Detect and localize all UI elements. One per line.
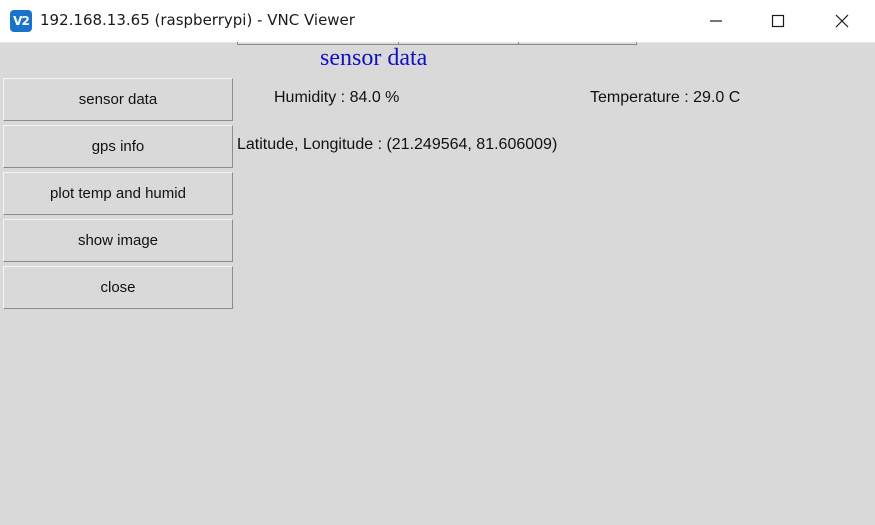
minimize-icon [710,20,722,22]
vnc-app-icon: V2 [10,10,32,32]
plot-temp-humid-button[interactable]: plot temp and humid [3,172,233,215]
temperature-readout: Temperature : 29.0 C [590,89,741,106]
maximize-button[interactable] [748,0,808,42]
maximize-icon [771,14,785,28]
humidity-readout: Humidity : 84.0 % [274,89,400,106]
section-heading: sensor data [320,45,428,71]
title-bar: V2 192.168.13.65 (raspberrypi) - VNC Vie… [0,0,875,43]
gps-info-button[interactable]: gps info [3,125,233,168]
lat-lon-readout: Latitude, Longitude : (21.249564, 81.606… [237,136,558,153]
strip-divider [518,42,519,45]
sensor-data-button[interactable]: sensor data [3,78,233,121]
close-icon [835,14,849,28]
window-title: 192.168.13.65 (raspberrypi) - VNC Viewer [40,11,355,29]
vnc-viewer-window: V2 192.168.13.65 (raspberrypi) - VNC Vie… [0,0,875,525]
top-frame-strip [237,42,637,45]
close-window-button[interactable] [812,0,872,42]
show-image-button[interactable]: show image [3,219,233,262]
minimize-button[interactable] [686,0,746,42]
close-button[interactable]: close [3,266,233,309]
